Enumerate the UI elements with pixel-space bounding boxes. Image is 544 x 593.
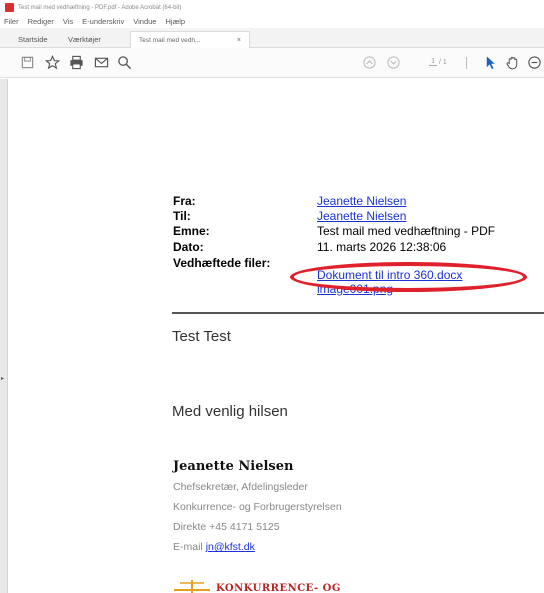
date-label: Dato: — [173, 240, 204, 254]
menu-e-sign[interactable]: E-underskriv — [82, 17, 124, 26]
bookmark-star-icon[interactable] — [44, 54, 60, 70]
tab-bar: Startside Værktøjer Test mail med vedh..… — [0, 28, 544, 48]
tab-tools[interactable]: Værktøjer — [60, 31, 109, 48]
attachments-label: Vedhæftede filer: — [173, 256, 271, 270]
signature-phone: Direkte +45 4171 5125 — [173, 521, 280, 533]
close-tab-icon[interactable]: × — [237, 37, 241, 44]
greeting: Med venlig hilsen — [172, 403, 288, 420]
signature-title: Chefsekretær, Afdelingsleder — [173, 481, 308, 493]
body-line: Test Test — [172, 328, 231, 345]
acrobat-app-icon — [5, 3, 14, 12]
menu-help[interactable]: Hjælp — [165, 17, 185, 26]
navigation-panel[interactable]: ▸ — [0, 79, 8, 593]
subject-label: Emne: — [173, 224, 210, 238]
search-icon[interactable] — [116, 54, 132, 70]
from-label: Fra: — [173, 194, 196, 208]
page-up-icon[interactable] — [361, 54, 377, 70]
email-icon[interactable] — [93, 54, 109, 70]
print-icon[interactable] — [68, 54, 84, 70]
zoom-out-icon[interactable] — [526, 54, 542, 70]
window-title: Test mail med vedhæftning - PDF.pdf - Ad… — [18, 4, 182, 11]
signature-email-line: E-mail jn@kfst.dk — [173, 541, 255, 553]
subject-value: Test mail med vedhæftning - PDF — [317, 224, 496, 238]
toolbar-divider — [466, 57, 467, 69]
hand-tool-icon[interactable] — [504, 54, 520, 70]
menu-view[interactable]: Vis — [63, 17, 73, 26]
tab-home[interactable]: Startside — [10, 31, 56, 48]
save-icon[interactable] — [19, 54, 35, 70]
signature-org: Konkurrence- og Forbrugerstyrelsen — [173, 501, 342, 513]
page-total: / 1 — [439, 58, 447, 66]
tab-document[interactable]: Test mail med vedh... × — [130, 31, 250, 48]
page-down-icon[interactable] — [385, 54, 401, 70]
document-canvas[interactable] — [9, 79, 544, 593]
title-bar: Test mail med vedhæftning - PDF.pdf - Ad… — [0, 0, 544, 15]
from-value[interactable]: Jeanette Nielsen — [317, 194, 406, 208]
kfst-logo — [174, 580, 210, 593]
attachment-docx-link[interactable]: Dokument til intro 360.docx — [317, 268, 462, 282]
signature-email-prefix: E-mail — [173, 541, 203, 553]
to-value[interactable]: Jeanette Nielsen — [317, 209, 406, 223]
logo-text: KONKURRENCE- OG — [216, 583, 341, 593]
menu-bar: Filer Rediger Vis E-underskriv Vindue Hj… — [0, 15, 544, 27]
signature-name: Jeanette Nielsen — [173, 459, 294, 474]
to-label: Til: — [173, 209, 191, 223]
select-cursor-icon[interactable] — [482, 54, 498, 70]
menu-edit[interactable]: Rediger — [28, 17, 54, 26]
attachment-png-link[interactable]: image001.png — [317, 282, 393, 296]
signature-email-link[interactable]: jn@kfst.dk — [206, 541, 255, 553]
date-value: 11. marts 2026 12:38:06 — [317, 240, 447, 254]
menu-file[interactable]: Filer — [4, 17, 19, 26]
page-number-input[interactable]: 1 — [429, 58, 438, 66]
header-divider — [172, 312, 544, 314]
toolbar: 1 / 1 — [0, 48, 544, 78]
expand-panel-icon[interactable]: ▸ — [1, 375, 4, 382]
page-indicator: 1 / 1 — [418, 55, 458, 69]
tab-document-label: Test mail med vedh... — [139, 36, 201, 44]
menu-window[interactable]: Vindue — [133, 17, 156, 26]
